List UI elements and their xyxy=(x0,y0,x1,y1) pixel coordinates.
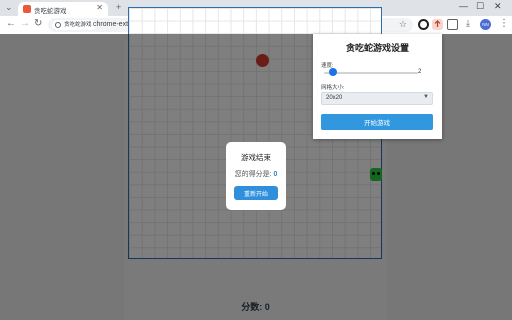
tab-favicon-icon xyxy=(23,5,31,13)
game-over-title: 游戏结束 xyxy=(241,153,271,162)
site-info-chip[interactable]: 贪吃蛇游戏 xyxy=(52,20,96,30)
menu-icon[interactable]: ⋮ xyxy=(499,18,509,29)
final-score: 您的得分是: 0 xyxy=(226,169,286,179)
chevron-down-icon: ▼ xyxy=(423,94,429,100)
tab-title: 贪吃蛇游戏 xyxy=(34,8,67,15)
new-tab-button[interactable]: + xyxy=(116,2,121,12)
download-icon[interactable]: ⤓ xyxy=(466,18,470,29)
active-extension-icon[interactable] xyxy=(432,19,443,30)
profile-icon[interactable]: NN xyxy=(480,19,491,30)
info-icon xyxy=(55,22,61,28)
minimize-button[interactable]: — xyxy=(459,1,468,11)
settings-popup: 贪吃蛇游戏设置 速度: 2 网格大小: 20x20 ▼ 开始游戏 xyxy=(313,34,442,139)
final-score-label: 您的得分是: xyxy=(234,171,272,178)
tab-close-icon[interactable]: ✕ xyxy=(96,3,103,12)
grid-size-label: 网格大小: xyxy=(321,85,345,91)
close-window-button[interactable]: ✕ xyxy=(494,1,502,12)
puzzle-icon[interactable] xyxy=(447,19,458,30)
tab-search-icon[interactable]: ⌄ xyxy=(5,2,13,13)
forward-button[interactable]: → xyxy=(20,18,30,29)
reload-button[interactable]: ↻ xyxy=(34,18,42,29)
grid-size-value: 20x20 xyxy=(326,95,343,101)
speed-slider-thumb[interactable] xyxy=(329,68,338,76)
site-chip-label: 贪吃蛇游戏 xyxy=(64,22,92,28)
restart-button[interactable]: 重新开始 xyxy=(234,186,278,200)
game-over-dialog: 游戏结束 您的得分是: 0 重新开始 xyxy=(226,142,286,210)
speed-slider[interactable] xyxy=(324,72,418,74)
final-score-value: 0 xyxy=(273,171,278,178)
settings-title: 贪吃蛇游戏设置 xyxy=(345,43,409,53)
extension-icon[interactable] xyxy=(418,19,429,30)
tab-game[interactable]: 贪吃蛇游戏 ✕ xyxy=(18,2,108,16)
bookmark-star-icon[interactable]: ☆ xyxy=(399,19,407,30)
maximize-button[interactable]: ☐ xyxy=(476,1,484,12)
grid-size-select[interactable]: 20x20 ▼ xyxy=(321,92,433,105)
start-game-button[interactable]: 开始游戏 xyxy=(321,114,433,130)
back-button[interactable]: ← xyxy=(6,18,16,29)
speed-value: 2 xyxy=(418,69,422,75)
